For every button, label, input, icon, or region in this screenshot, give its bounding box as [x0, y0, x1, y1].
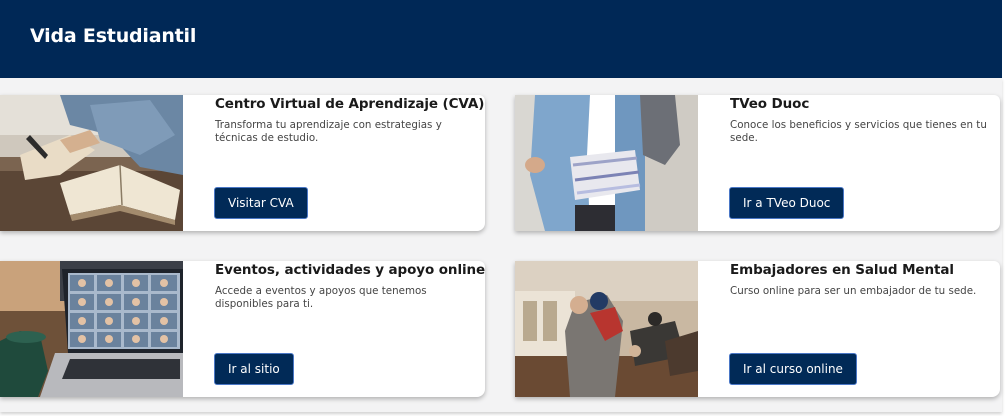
card-eventos-image — [0, 261, 183, 397]
card-embajadores-title: Embajadores en Salud Mental — [730, 262, 954, 278]
page-header: Vida Estudiantil — [0, 0, 1002, 78]
card-embajadores: Embajadores en Salud Mental Curso online… — [515, 261, 1000, 397]
card-tveo-title: TVeo Duoc — [730, 96, 810, 112]
card-cva-description: Transforma tu aprendizaje con estrategia… — [215, 119, 442, 144]
card-embajadores-description: Curso online para ser un embajador de tu… — [730, 285, 977, 297]
go-tveo-button[interactable]: Ir a TVeo Duoc — [729, 187, 845, 219]
page-title: Vida Estudiantil — [30, 25, 197, 47]
card-tveo-image — [515, 95, 698, 231]
go-course-button[interactable]: Ir al curso online — [729, 353, 857, 385]
card-tveo: TVeo Duoc Conoce los beneficios y servic… — [515, 95, 1000, 231]
card-eventos-title: Eventos, actividades y apoyo online — [215, 262, 485, 278]
card-eventos: Eventos, actividades y apoyo online Acce… — [0, 261, 485, 397]
card-embajadores-image — [515, 261, 698, 397]
card-tveo-description: Conoce los beneficios y servicios que ti… — [730, 119, 987, 144]
go-site-button[interactable]: Ir al sitio — [214, 353, 294, 385]
card-cva: Centro Virtual de Aprendizaje (CVA) Tran… — [0, 95, 485, 231]
card-cva-image — [0, 95, 183, 231]
card-cva-title: Centro Virtual de Aprendizaje (CVA) — [215, 96, 485, 112]
card-eventos-description: Accede a eventos y apoyos que tenemos di… — [215, 285, 427, 310]
visit-cva-button[interactable]: Visitar CVA — [214, 187, 308, 219]
